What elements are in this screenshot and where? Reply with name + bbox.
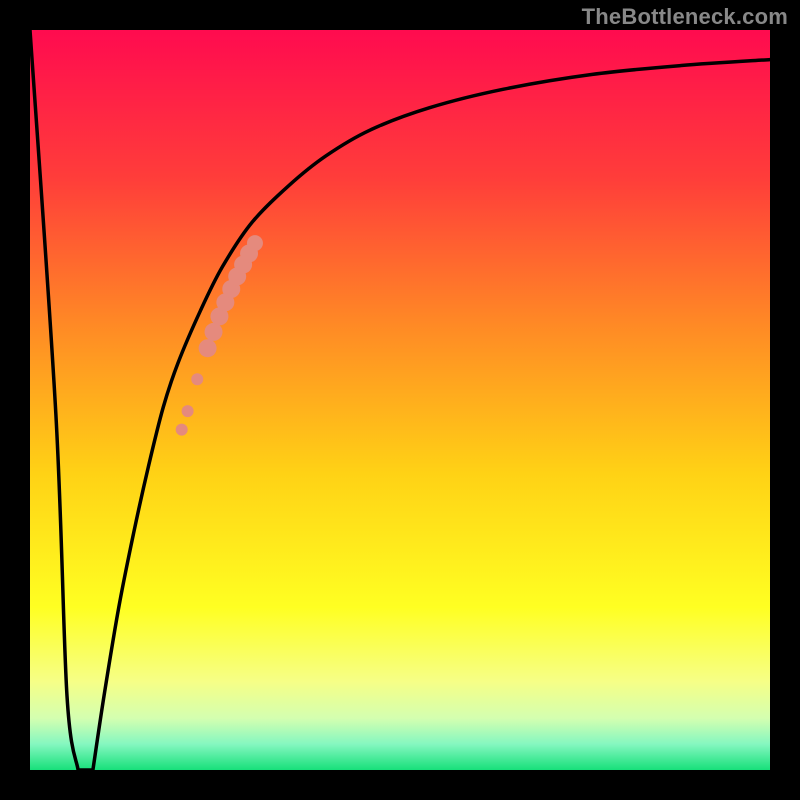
highlight-dot <box>247 235 263 251</box>
highlight-dot <box>205 323 223 341</box>
plot-area <box>30 30 770 770</box>
gradient-background <box>30 30 770 770</box>
highlight-dot <box>176 424 188 436</box>
highlight-dot <box>182 405 194 417</box>
bottleneck-chart <box>30 30 770 770</box>
highlight-dot <box>199 339 217 357</box>
watermark-text: TheBottleneck.com <box>582 4 788 30</box>
highlight-dot <box>191 373 203 385</box>
chart-frame: TheBottleneck.com <box>0 0 800 800</box>
